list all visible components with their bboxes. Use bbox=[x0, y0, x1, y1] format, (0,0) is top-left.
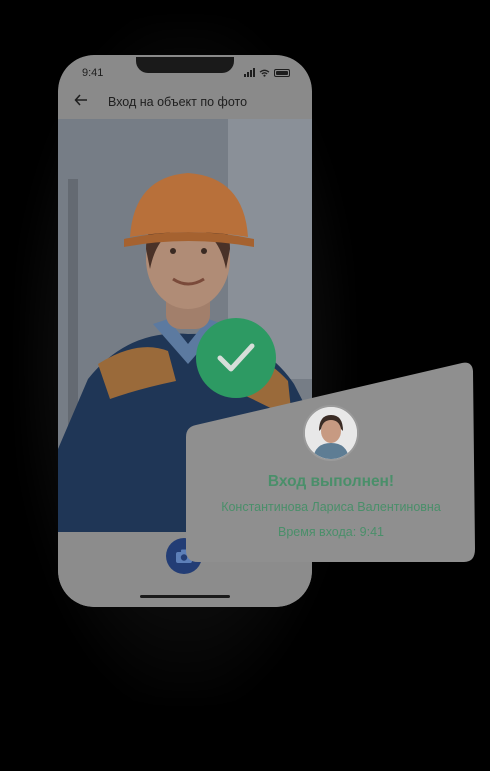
arrow-left-icon[interactable] bbox=[74, 93, 88, 107]
entry-time: Время входа: 9:41 bbox=[277, 525, 385, 539]
success-title: Вход выполнен! bbox=[267, 473, 395, 490]
status-bar: 9:41 bbox=[58, 55, 312, 85]
status-time: 9:41 bbox=[82, 67, 104, 79]
signal-icon bbox=[244, 68, 255, 77]
notch bbox=[136, 57, 234, 73]
wifi-icon bbox=[259, 69, 270, 77]
home-indicator bbox=[140, 595, 230, 598]
status-icons bbox=[244, 68, 290, 77]
avatar bbox=[303, 405, 359, 461]
app-bar: Вход на объект по фото bbox=[58, 85, 312, 119]
battery-icon bbox=[274, 68, 290, 77]
person-name: Константинова Лариса Валентиновна bbox=[221, 500, 441, 514]
entry-success-card: Вход выполнен! Константинова Лариса Вале… bbox=[186, 357, 476, 562]
page-title: Вход на объект по фото bbox=[108, 95, 248, 109]
